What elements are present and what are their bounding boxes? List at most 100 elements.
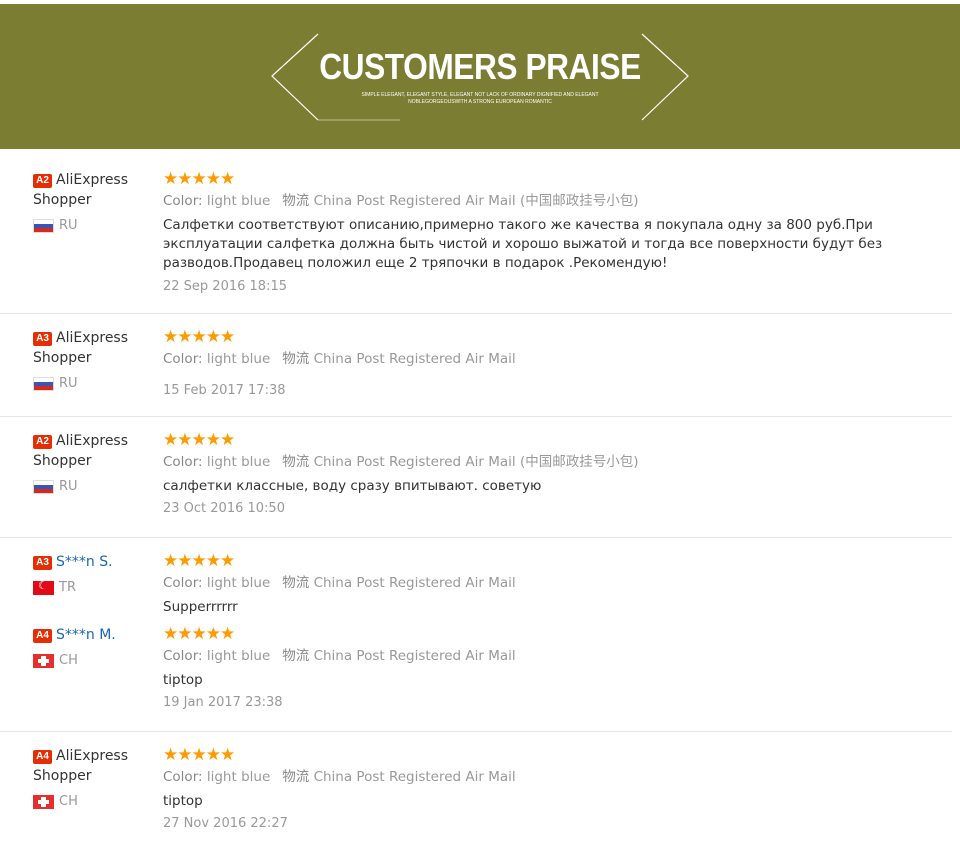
color-value: light blue — [206, 575, 271, 591]
reviewer-name[interactable]: S***n S. — [56, 554, 113, 570]
switzerland-flag-icon — [33, 794, 54, 809]
reviewer-country: TR — [33, 580, 76, 595]
review-date: 19 Jan 2017 23:38 — [163, 695, 283, 710]
color-value: light blue — [206, 454, 271, 470]
russia-flag-icon — [33, 479, 54, 494]
logistics-label: 物流 — [282, 575, 310, 591]
review-date: 15 Feb 2017 17:38 — [163, 383, 286, 398]
country-code: RU — [59, 376, 78, 391]
review-text: Салфетки соответствуют описанию,примерно… — [163, 217, 883, 271]
country-code: TR — [59, 580, 76, 595]
shipping-method: China Post Registered Air Mail — [313, 769, 516, 785]
order-info: Color: light blue 物流 China Post Registere… — [163, 646, 953, 666]
review-date: 22 Sep 2016 18:15 — [163, 279, 287, 294]
divider — [0, 537, 952, 538]
color-value: light blue — [206, 193, 271, 209]
star-rating: ★★★★★ — [163, 327, 235, 347]
reviewer-name-row: A2 AliExpress Shopper — [33, 170, 153, 210]
color-label: Color: — [163, 648, 203, 664]
shipping-method: China Post Registered Air Mail — [313, 351, 516, 367]
logistics-label: 物流 — [282, 351, 310, 367]
banner-title: CUSTOMERS PRAISE — [319, 46, 641, 87]
banner-subtitle: SIMPLE ELEGANT, ELEGANT STYLE, ELEGANT N… — [330, 92, 630, 106]
shipping-method: China Post Registered Air Mail (中国邮政挂号小包… — [313, 193, 639, 209]
reviewer-country: CH — [33, 653, 78, 668]
shipping-method: China Post Registered Air Mail (中国邮政挂号小包… — [313, 454, 639, 470]
reviewer-name-row: A4 AliExpress Shopper — [33, 746, 153, 786]
level-badge: A3 — [33, 556, 52, 570]
reviewer-country: RU — [33, 218, 78, 233]
reviewer-name-row: A3 AliExpress Shopper — [33, 328, 153, 368]
reviewer-name-row: A2 AliExpress Shopper — [33, 431, 153, 471]
turkey-flag-icon — [33, 580, 54, 595]
review-content: ★★★★★ Color: light blue 物流 China Post Reg… — [163, 328, 953, 400]
praise-banner: CUSTOMERS PRAISE SIMPLE ELEGANT, ELEGANT… — [0, 4, 960, 149]
star-rating: ★★★★★ — [163, 552, 235, 571]
reviewer-info: A3 AliExpress Shopper RU — [33, 328, 153, 391]
star-rating: ★★★★★ — [163, 745, 235, 765]
country-code: CH — [59, 794, 78, 809]
color-value: light blue — [206, 351, 271, 367]
level-badge: A2 — [33, 435, 52, 449]
reviewer-info: A4 AliExpress Shopper CH — [33, 746, 153, 809]
color-value: light blue — [206, 769, 271, 785]
order-info: Color: light blue 物流 China Post Registere… — [163, 452, 953, 472]
shipping-method: China Post Registered Air Mail — [313, 648, 516, 664]
reviewer-name-row[interactable]: A3 S***n S. — [33, 552, 153, 572]
review-item: A3 S***n S. TR ★★★★★ Color: light blue 物流 … — [0, 552, 960, 614]
switzerland-flag-icon — [33, 653, 54, 668]
reviewer-info: A4 S***n M. CH — [33, 625, 153, 668]
star-rating: ★★★★★ — [163, 624, 235, 644]
review-text: tiptop — [163, 793, 203, 809]
color-label: Color: — [163, 193, 203, 209]
divider — [0, 731, 952, 732]
reviewer-country: RU — [33, 376, 78, 391]
color-label: Color: — [163, 575, 203, 591]
logistics-label: 物流 — [282, 648, 310, 664]
star-rating: ★★★★★ — [163, 430, 235, 450]
review-content: ★★★★★ Color: light blue 物流 China Post Reg… — [163, 625, 953, 712]
order-info: Color: light blue 物流 China Post Registere… — [163, 573, 953, 593]
reviewer-info: A2 AliExpress Shopper RU — [33, 170, 153, 233]
color-value: light blue — [206, 648, 271, 664]
review-text: tiptop — [163, 672, 203, 688]
logistics-label: 物流 — [282, 769, 310, 785]
color-label: Color: — [163, 351, 203, 367]
order-info: Color: light blue 物流 China Post Registere… — [163, 191, 953, 211]
review-text: салфетки классные, воду сразу впитывают.… — [163, 478, 542, 494]
country-code: RU — [59, 479, 78, 494]
logistics-label: 物流 — [282, 193, 310, 209]
level-badge: A3 — [33, 332, 52, 346]
russia-flag-icon — [33, 376, 54, 391]
color-label: Color: — [163, 454, 203, 470]
country-code: CH — [59, 653, 78, 668]
reviewer-country: CH — [33, 794, 78, 809]
review-content: ★★★★★ Color: light blue 物流 China Post Reg… — [163, 170, 953, 296]
reviewer-name-row[interactable]: A4 S***n M. — [33, 625, 153, 645]
banner-subtitle-line1: SIMPLE ELEGANT, ELEGANT STYLE, ELEGANT N… — [361, 92, 599, 98]
divider — [0, 416, 952, 417]
review-content: ★★★★★ Color: light blue 物流 China Post Reg… — [163, 552, 953, 614]
color-label: Color: — [163, 769, 203, 785]
reviewer-info: A3 S***n S. TR — [33, 552, 153, 595]
banner-subtitle-line2: NOBLEGORGEOUSWITH A STRONG EUROPEAN ROMA… — [408, 99, 552, 105]
country-code: RU — [59, 218, 78, 233]
reviewer-name[interactable]: S***n M. — [56, 627, 116, 643]
star-rating: ★★★★★ — [163, 169, 235, 189]
review-date: 23 Oct 2016 10:50 — [163, 501, 285, 516]
logistics-label: 物流 — [282, 454, 310, 470]
reviewer-info: A2 AliExpress Shopper RU — [33, 431, 153, 494]
review-content: ★★★★★ Color: light blue 物流 China Post Reg… — [163, 746, 953, 833]
order-info: Color: light blue 物流 China Post Registere… — [163, 349, 953, 369]
review-content: ★★★★★ Color: light blue 物流 China Post Reg… — [163, 431, 953, 518]
review-text: Supperrrrrr — [163, 599, 238, 614]
russia-flag-icon — [33, 218, 54, 233]
reviewer-country: RU — [33, 479, 78, 494]
level-badge: A4 — [33, 750, 52, 764]
level-badge: A2 — [33, 174, 52, 188]
shipping-method: China Post Registered Air Mail — [313, 575, 516, 591]
level-badge: A4 — [33, 629, 52, 643]
order-info: Color: light blue 物流 China Post Registere… — [163, 767, 953, 787]
review-date: 27 Nov 2016 22:27 — [163, 816, 288, 831]
divider — [0, 313, 952, 314]
